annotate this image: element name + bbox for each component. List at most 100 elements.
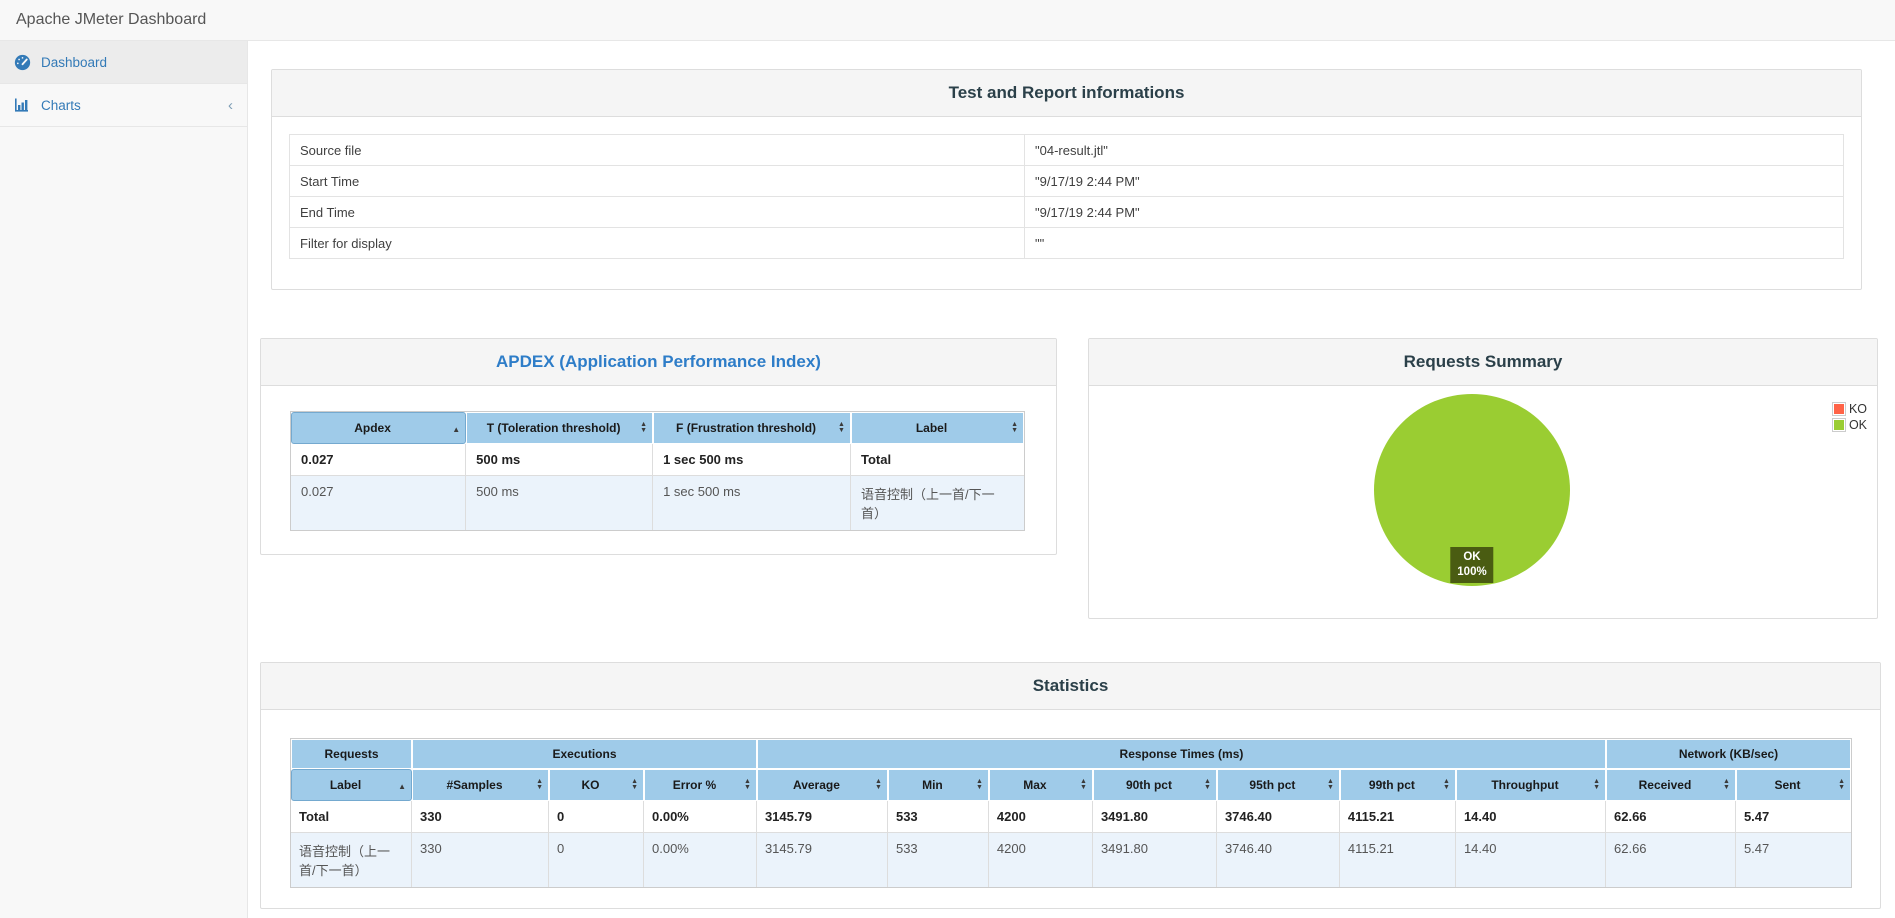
legend-label: OK (1848, 418, 1867, 432)
stats-column-header-row: Label #Samples KO (291, 769, 1851, 801)
apdex-col-header-apdex[interactable]: Apdex (291, 412, 467, 444)
column-label: T (Toleration threshold) (486, 421, 621, 435)
stats-col-header-sent[interactable]: Sent (1735, 769, 1851, 801)
info-label: Filter for display (288, 227, 1026, 259)
apdex-col-header-toleration[interactable]: T (Toleration threshold) (466, 412, 654, 444)
stats-col-header-samples[interactable]: #Samples (412, 769, 549, 801)
cell: Total (850, 444, 1024, 476)
main-content: Test and Report informations Source file… (248, 41, 1895, 918)
column-label: F (Frustration threshold) (676, 421, 817, 435)
bar-chart-icon (14, 98, 34, 113)
stats-col-header-average[interactable]: Average (756, 769, 888, 801)
cell: 5.47 (1735, 801, 1851, 833)
cell: 3491.80 (1092, 801, 1217, 833)
sort-icon (1593, 779, 1600, 791)
table-row: 语音控制（上一首/下一首） 330 0 0.00% 3145.79 533 42… (291, 833, 1851, 887)
legend-label: KO (1848, 402, 1867, 416)
statistics-table: Requests Executions Response Times (ms) … (290, 738, 1852, 888)
stats-col-header-95pct[interactable]: 95th pct (1216, 769, 1340, 801)
column-label: 95th pct (1249, 778, 1296, 792)
sort-icon (744, 779, 751, 791)
ok-swatch-icon (1831, 418, 1846, 432)
column-label: 90th pct (1125, 778, 1172, 792)
cell: 3746.40 (1216, 833, 1340, 887)
sidebar-item-label: Dashboard (41, 54, 108, 70)
column-label: Label (329, 778, 362, 792)
stats-col-header-90pct[interactable]: 90th pct (1092, 769, 1217, 801)
requests-panel-title: Requests Summary (1403, 352, 1563, 371)
column-label: Received (1638, 778, 1692, 792)
cell: 3145.79 (756, 801, 888, 833)
pie-legend: KO OK (1831, 402, 1867, 434)
apdex-col-header-frustration[interactable]: F (Frustration threshold) (653, 412, 851, 444)
cell: 533 (887, 833, 989, 887)
info-label: Start Time (288, 165, 1026, 197)
cell: 0.027 (291, 476, 467, 530)
pie-data-label: OK 100% (1450, 547, 1494, 583)
column-label: Apdex (354, 421, 391, 435)
column-label: Throughput (1491, 778, 1559, 792)
cell: 62.66 (1606, 833, 1736, 887)
cell: 500 ms (466, 476, 654, 530)
requests-summary-panel: Requests Summary OK 100% KO OK (1088, 338, 1878, 619)
stats-col-header-label[interactable]: Label (291, 769, 413, 801)
info-row: Filter for display "" (288, 227, 1844, 259)
column-label: Average (792, 778, 840, 792)
cell: 3491.80 (1092, 833, 1217, 887)
cell: 3145.79 (756, 833, 888, 887)
stats-group-header-row: Requests Executions Response Times (ms) … (291, 739, 1851, 769)
stats-col-header-max[interactable]: Max (988, 769, 1093, 801)
column-label: 99th pct (1368, 778, 1415, 792)
sort-icon (1443, 779, 1450, 791)
cell: Total (291, 801, 413, 833)
cell: 533 (887, 801, 989, 833)
table-row: 0.027 500 ms 1 sec 500 ms Total (291, 444, 1024, 476)
app-title: Apache JMeter Dashboard (16, 11, 207, 28)
legend-item-ok: OK (1831, 418, 1867, 432)
info-row: End Time "9/17/19 2:44 PM" (288, 196, 1844, 228)
sidebar-item-dashboard[interactable]: Dashboard (0, 41, 247, 84)
cell: 330 (412, 801, 549, 833)
sidebar-item-label: Charts (41, 97, 81, 113)
pie-label-percent: 100% (1457, 566, 1487, 578)
column-label: Error % (672, 778, 717, 792)
stats-col-header-min[interactable]: Min (887, 769, 989, 801)
cell: 62.66 (1606, 801, 1736, 833)
sort-icon (536, 779, 543, 791)
apdex-panel-title: APDEX (Application Performance Index) (496, 352, 821, 371)
statistics-panel-title: Statistics (1032, 676, 1109, 695)
info-row: Source file "04-result.jtl" (288, 134, 1844, 166)
column-label: KO (581, 778, 600, 792)
topbar: Apache JMeter Dashboard (0, 0, 1895, 41)
sidebar-item-charts[interactable]: Charts (0, 84, 247, 127)
apdex-col-header-label[interactable]: Label (850, 412, 1024, 444)
sort-icon (1011, 422, 1018, 434)
stats-col-header-received[interactable]: Received (1606, 769, 1736, 801)
cell: 14.40 (1455, 801, 1606, 833)
cell: 14.40 (1455, 833, 1606, 887)
stats-col-header-99pct[interactable]: 99th pct (1339, 769, 1456, 801)
info-panel-heading: Test and Report informations (272, 70, 1861, 117)
stats-col-header-throughput[interactable]: Throughput (1455, 769, 1606, 801)
sort-asc-icon (452, 421, 460, 435)
info-label: End Time (288, 196, 1026, 228)
cell: 3746.40 (1216, 801, 1340, 833)
gauge-icon (14, 54, 34, 71)
chevron-left-icon[interactable] (228, 98, 233, 113)
ko-swatch-icon (1831, 402, 1846, 416)
cell: 1 sec 500 ms (653, 444, 851, 476)
stats-col-header-error[interactable]: Error % (644, 769, 757, 801)
stats-col-header-ko[interactable]: KO (549, 769, 644, 801)
column-label: Sent (1774, 778, 1801, 792)
cell: 1 sec 500 ms (653, 476, 851, 530)
table-row: Total 330 0 0.00% 3145.79 533 4200 3491.… (291, 801, 1851, 833)
cell: 500 ms (466, 444, 654, 476)
cell: 0.00% (644, 833, 757, 887)
group-header-response-times: Response Times (ms) (756, 739, 1606, 769)
cell: 4115.21 (1339, 801, 1456, 833)
apdex-table: Apdex T (Toleration threshold) F (Frustr… (290, 411, 1025, 531)
statistics-panel: Statistics Requests Executions Response … (260, 662, 1881, 909)
legend-item-ko: KO (1831, 402, 1867, 416)
sort-asc-icon (398, 778, 406, 792)
cell: 语音控制（上一首/下一首） (850, 476, 1024, 530)
